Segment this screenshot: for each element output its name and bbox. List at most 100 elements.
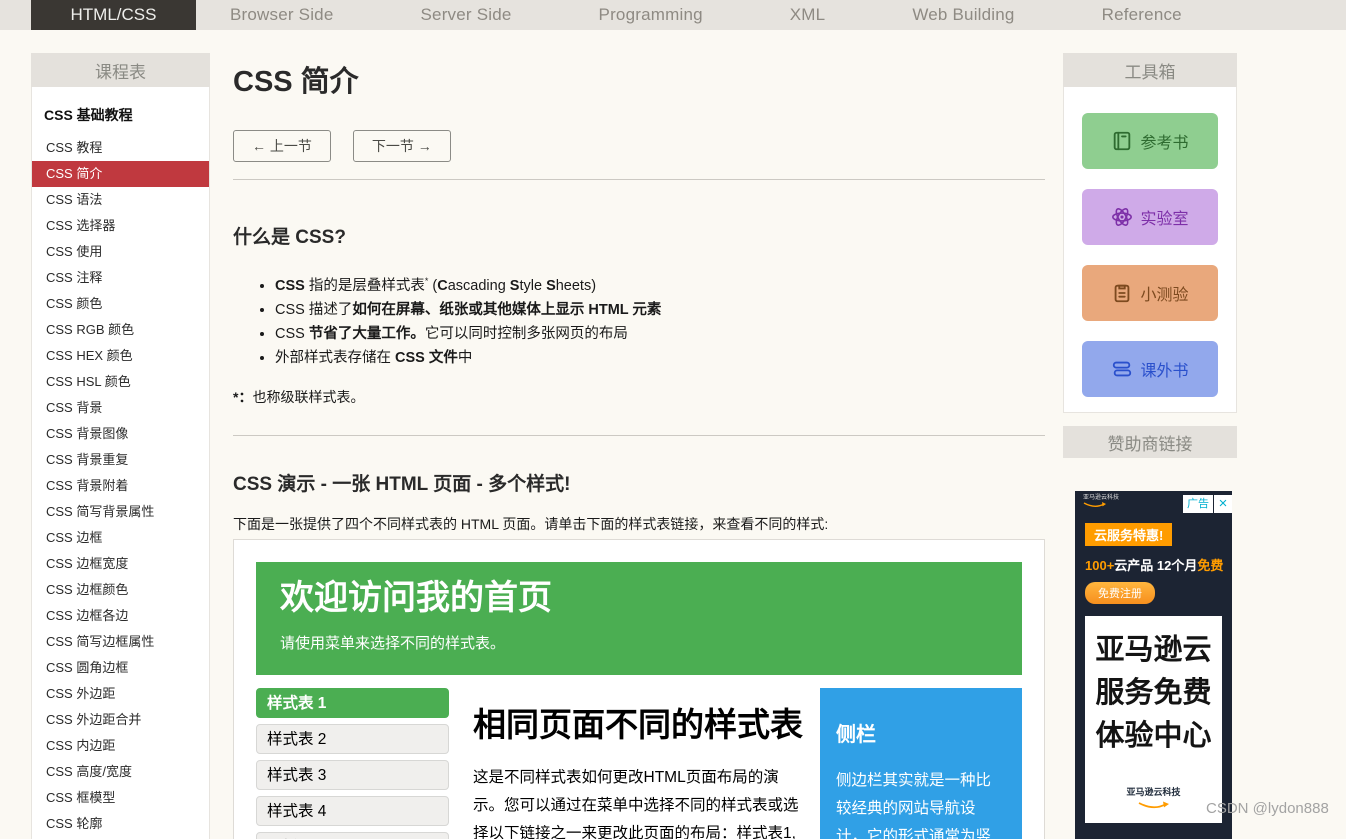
- nav-tab[interactable]: XML: [790, 5, 826, 25]
- ad-brand-name: 亚马逊云科技: [1083, 495, 1119, 501]
- course-list-item[interactable]: CSS 颜色: [32, 291, 209, 317]
- course-list-item[interactable]: CSS 圆角边框: [32, 655, 209, 681]
- ad-headline: 体验中心: [1087, 714, 1220, 757]
- next-section-button[interactable]: 下一节 →: [353, 130, 451, 162]
- nav-tab[interactable]: Server Side: [421, 5, 512, 25]
- course-list-item[interactable]: CSS 边框各边: [32, 603, 209, 629]
- course-list-item[interactable]: CSS 简写背景属性: [32, 499, 209, 525]
- course-list-item[interactable]: CSS 选择器: [32, 213, 209, 239]
- nav-tabs: Browser Side Server Side Programming XML Web…: [230, 5, 1182, 25]
- main-content: CSS 简介 ← 上一节 下一节 → 什么是 CSS? CSS 指的是层叠样式表…: [233, 50, 1045, 839]
- course-list-item[interactable]: CSS 边框颜色: [32, 577, 209, 603]
- footnote-text: 也称级联样式表。: [252, 389, 364, 405]
- demo-content-text: 这是不同样式表如何更改HTML页面布局的演示。您可以通过在菜单中选择不同的样式表…: [473, 764, 805, 839]
- demo-stylesheet-button[interactable]: 样式表 2: [256, 724, 449, 754]
- what-is-css-bullets: CSS 指的是层叠样式表* (Cascading Style Sheets) CS…: [233, 273, 1045, 367]
- watermark: CSDN @lydon888: [1206, 800, 1329, 817]
- ad-card-brand: 亚马逊云科技: [1087, 787, 1220, 797]
- demo-body: 样式表 1 样式表 2 样式表 3 样式表 4 无样式表 相同页面不同的样式表 这是不同…: [256, 688, 1022, 839]
- bullet-item: CSS 描述了如何在屏幕、纸张或其他媒体上显示 HTML 元素: [275, 302, 1045, 319]
- demo-stylesheet-button[interactable]: 样式表 1: [256, 688, 449, 718]
- course-list-item[interactable]: CSS RGB 颜色: [32, 317, 209, 343]
- css-demo-frame: 欢迎访问我的首页 请使用菜单来选择不同的样式表。 样式表 1 样式表 2 样式表 3…: [233, 539, 1045, 839]
- bullet-item: CSS 指的是层叠样式表* (Cascading Style Sheets): [275, 273, 1045, 295]
- toolbox-button[interactable]: 小测验: [1082, 265, 1218, 321]
- demo-content-title: 相同页面不同的样式表: [473, 698, 805, 746]
- course-list-item[interactable]: CSS 简介: [32, 161, 209, 187]
- course-list-item[interactable]: CSS 外边距合并: [32, 707, 209, 733]
- amazon-smile-icon: [1083, 502, 1107, 508]
- course-section-title: CSS 基础教程: [32, 93, 209, 135]
- course-list-item[interactable]: CSS HSL 颜色: [32, 369, 209, 395]
- course-list: CSS 基础教程 CSS 教程CSS 简介CSS 语法CSS 选择器CSS 使用…: [31, 87, 210, 839]
- course-list-item[interactable]: CSS 背景附着: [32, 473, 209, 499]
- bullet-item: CSS 节省了大量工作。它可以同时控制多张网页的布局: [275, 326, 1045, 343]
- toolbox: 参考书 实验室 小测验 课外书: [1063, 87, 1237, 413]
- demo-stylesheet-button[interactable]: 样式表 4: [256, 796, 449, 826]
- pager: ← 上一节 下一节 →: [233, 130, 1045, 162]
- demo-stylesheet-button[interactable]: 样式表 3: [256, 760, 449, 790]
- course-list-item[interactable]: CSS 简写边框属性: [32, 629, 209, 655]
- toolbox-button[interactable]: 参考书: [1082, 113, 1218, 169]
- demo-banner: 欢迎访问我的首页 请使用菜单来选择不同的样式表。: [256, 562, 1022, 675]
- nav-tab[interactable]: Reference: [1102, 5, 1182, 25]
- course-list-item[interactable]: CSS 外边距: [32, 681, 209, 707]
- toolbox-button-label: 课外书: [1140, 357, 1188, 381]
- css-demo-heading: CSS 演示 - 一张 HTML 页面 - 多个样式!: [233, 469, 1045, 496]
- demo-stylesheet-menu: 样式表 1 样式表 2 样式表 3 样式表 4 无样式表: [256, 688, 449, 839]
- demo-stylesheet-button[interactable]: 无样式表: [256, 832, 449, 839]
- what-is-css-heading: 什么是 CSS?: [233, 222, 1045, 249]
- nav-tab[interactable]: Web Building: [912, 5, 1014, 25]
- demo-sidebar: 侧栏 侧边栏其实就是一种比较经典的网站导航设计，它的形式通常为竖向的一列，展示在…: [820, 688, 1022, 839]
- course-items: CSS 教程CSS 简介CSS 语法CSS 选择器CSS 使用CSS 注释CSS…: [32, 135, 209, 837]
- course-list-item[interactable]: CSS 使用: [32, 239, 209, 265]
- course-list-item[interactable]: CSS 边框: [32, 525, 209, 551]
- divider: [233, 435, 1045, 436]
- demo-sidebar-title: 侧栏: [836, 718, 1006, 747]
- course-list-item[interactable]: CSS 轮廓: [32, 811, 209, 837]
- course-list-item[interactable]: CSS 框模型: [32, 785, 209, 811]
- toolbox-button-label: 小测验: [1140, 281, 1188, 305]
- divider: [233, 179, 1045, 180]
- course-list-item[interactable]: CSS 边框宽度: [32, 551, 209, 577]
- demo-sidebar-text: 侧边栏其实就是一种比较经典的网站导航设计，它的形式通常为竖向的一列，展示在网站的…: [836, 767, 1006, 839]
- footnote: *：也称级联样式表。: [233, 387, 1045, 407]
- ad-headline: 服务免费: [1087, 671, 1220, 714]
- inline-link[interactable]: 样式表1: [737, 825, 792, 839]
- nav-tab-html-css[interactable]: HTML/CSS: [31, 0, 196, 30]
- page-title: CSS 简介: [233, 58, 1045, 100]
- course-list-item[interactable]: CSS 背景重复: [32, 447, 209, 473]
- course-list-item[interactable]: CSS HEX 颜色: [32, 343, 209, 369]
- course-list-item[interactable]: CSS 高度/宽度: [32, 759, 209, 785]
- ad-brand-logo: 亚马逊云科技: [1083, 495, 1119, 511]
- nav-tab[interactable]: Programming: [599, 5, 703, 25]
- toolbox-button[interactable]: 实验室: [1082, 189, 1218, 245]
- ad-flags: 广告 ×: [1183, 495, 1232, 513]
- toolbox-button-label: 参考书: [1140, 129, 1188, 153]
- course-list-item[interactable]: CSS 背景图像: [32, 421, 209, 447]
- course-list-item[interactable]: CSS 背景: [32, 395, 209, 421]
- amazon-smile-icon: [1137, 801, 1171, 810]
- prev-section-button[interactable]: ← 上一节: [233, 130, 331, 162]
- course-list-item[interactable]: CSS 内边距: [32, 733, 209, 759]
- sponsor-ad[interactable]: 亚马逊云科技 广告 × 云服务特惠! 100+云产品 12个月免费 免费注册 亚…: [1075, 491, 1232, 839]
- course-list-item[interactable]: CSS 语法: [32, 187, 209, 213]
- ad-card[interactable]: 亚马逊云服务免费体验中心 亚马逊云科技: [1085, 616, 1222, 823]
- ad-close-icon[interactable]: ×: [1214, 495, 1232, 513]
- css-demo-intro: 下面是一张提供了四个不同样式表的 HTML 页面。请单击下面的样式表链接，来查看…: [233, 514, 1045, 534]
- lab-atom-icon: [1111, 206, 1133, 228]
- sponsor-header: 赞助商链接: [1063, 426, 1237, 458]
- course-list-item[interactable]: CSS 教程: [32, 135, 209, 161]
- nav-tab[interactable]: Browser Side: [230, 5, 334, 25]
- toolbox-button[interactable]: 课外书: [1082, 341, 1218, 397]
- ad-footer-text: 爆款服务器 云: [1075, 835, 1232, 839]
- ad-offer-line: 100+云产品 12个月免费: [1085, 555, 1232, 574]
- demo-banner-title: 欢迎访问我的首页: [280, 578, 998, 618]
- course-sidebar: 课程表 CSS 基础教程 CSS 教程CSS 简介CSS 语法CSS 选择器CS…: [31, 53, 210, 839]
- ad-signup-button[interactable]: 免费注册: [1085, 582, 1155, 604]
- ad-label: 广告: [1183, 495, 1213, 513]
- course-panel-header: 课程表: [31, 53, 210, 87]
- demo-content: 相同页面不同的样式表 这是不同样式表如何更改HTML页面布局的演示。您可以通过在…: [473, 688, 805, 839]
- course-list-item[interactable]: CSS 注释: [32, 265, 209, 291]
- page: HTML/CSS Browser Side Server Side Programm…: [0, 0, 1346, 839]
